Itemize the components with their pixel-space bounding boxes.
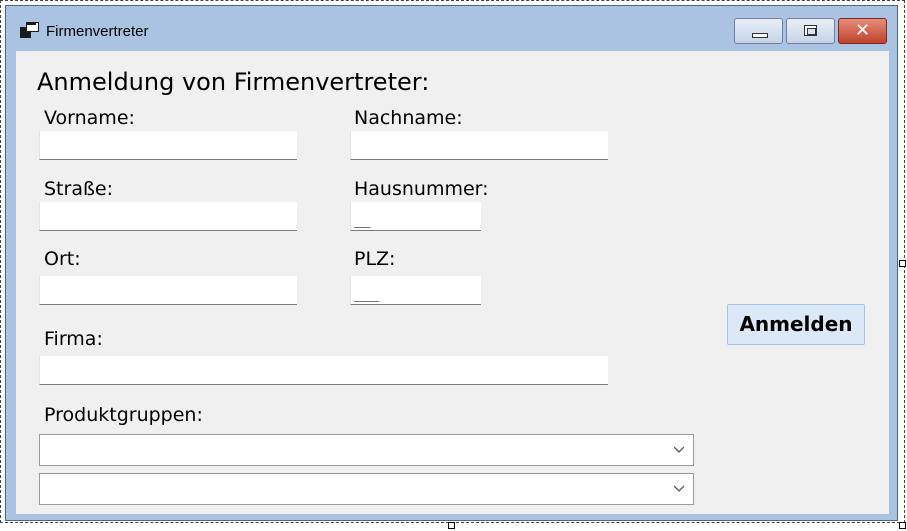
label-hausnummer: Hausnummer: <box>354 178 489 200</box>
label-ort: Ort: <box>44 248 81 270</box>
hausnummer-field[interactable]: __ <box>350 202 481 231</box>
label-produktgruppen: Produktgruppen: <box>44 404 203 426</box>
label-vorname: Vorname: <box>44 107 135 129</box>
anmelden-button[interactable]: Anmelden <box>727 304 865 345</box>
vorname-field[interactable] <box>39 131 297 160</box>
form-heading: Anmeldung von Firmenvertreter: <box>37 68 430 96</box>
produktgruppe-combobox-1[interactable] <box>39 434 694 466</box>
label-firma: Firma: <box>44 328 103 350</box>
label-strasse: Straße: <box>44 178 114 200</box>
label-nachname: Nachname: <box>354 107 463 129</box>
form-client-area: Anmeldung von Firmenvertreter: Vorname: … <box>16 51 889 514</box>
title-bar[interactable]: Firmenvertreter ✕ <box>6 6 897 50</box>
close-icon: ✕ <box>854 20 871 41</box>
chevron-down-icon[interactable] <box>674 483 684 493</box>
minimize-icon <box>752 33 768 38</box>
form-window: Firmenvertreter ✕ Anmeldung von Firmenve… <box>5 5 898 521</box>
maximize-button[interactable] <box>786 18 835 44</box>
resize-handle-bottom[interactable] <box>448 522 455 529</box>
plz-field[interactable]: ___ <box>350 276 481 305</box>
maximize-icon <box>804 25 817 36</box>
resize-handle-bottom-right[interactable] <box>899 522 906 529</box>
plz-mask: ___ <box>354 286 380 302</box>
nachname-field[interactable] <box>350 131 608 160</box>
hausnummer-mask: __ <box>354 212 371 228</box>
minimize-button[interactable] <box>734 18 783 44</box>
chevron-down-icon[interactable] <box>674 444 684 454</box>
ort-field[interactable] <box>39 276 297 305</box>
window-title: Firmenvertreter <box>46 23 149 40</box>
firma-field[interactable] <box>39 356 608 385</box>
strasse-field[interactable] <box>39 202 297 231</box>
app-icon <box>20 21 39 38</box>
resize-handle-right[interactable] <box>899 260 906 267</box>
label-plz: PLZ: <box>354 248 396 270</box>
produktgruppe-combobox-2[interactable] <box>39 473 694 505</box>
close-button[interactable]: ✕ <box>838 18 887 44</box>
